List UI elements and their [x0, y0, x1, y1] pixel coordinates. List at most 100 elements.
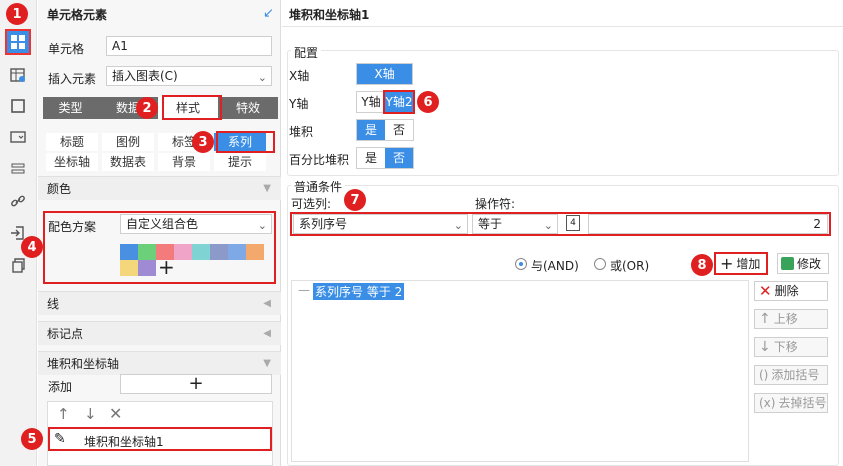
- remove-bracket-icon: (x): [759, 396, 776, 410]
- remove-bracket-button[interactable]: (x) 去掉括号: [754, 393, 828, 413]
- bracket-icon: (): [759, 368, 769, 382]
- arrow-up-icon[interactable]: ↑: [57, 405, 70, 423]
- panel-title: 单元格元素: [47, 8, 108, 22]
- subtab-axis[interactable]: 坐标轴: [46, 153, 98, 171]
- cell-input[interactable]: A1: [106, 36, 272, 56]
- close-icon: ✕: [759, 282, 772, 300]
- cell-label: 单元格: [48, 42, 85, 56]
- arrow-up-icon: ↑: [759, 311, 771, 327]
- stack-yes[interactable]: 是: [357, 120, 385, 140]
- border-button[interactable]: [5, 93, 31, 119]
- operator-select[interactable]: 等于 ⌄: [472, 214, 558, 234]
- step-badge-7: 7: [344, 189, 366, 211]
- table-settings-icon: [10, 68, 25, 82]
- plus-icon: +: [720, 253, 734, 273]
- chevron-down-icon: ⌄: [257, 71, 267, 84]
- percent-stack-no[interactable]: 否: [385, 148, 413, 168]
- subtab-background[interactable]: 背景: [158, 153, 210, 171]
- divider: [282, 26, 843, 27]
- step-badge-5: 5: [21, 428, 43, 450]
- add-label: 添加: [48, 380, 73, 394]
- move-up-label: 上移: [773, 312, 798, 326]
- x-axis-option[interactable]: X轴: [357, 64, 412, 84]
- condition-list: — 系列序号 等于 2: [291, 280, 749, 462]
- cell-attribute-button[interactable]: [5, 62, 31, 88]
- marker-section-label: 标记点: [47, 327, 84, 341]
- color-section-label: 颜色: [47, 182, 72, 196]
- widget-button[interactable]: [5, 124, 31, 150]
- column-select[interactable]: 系列序号 ⌄: [293, 214, 468, 234]
- stack-axis-section-label: 堆积和坐标轴: [47, 357, 120, 371]
- color-section[interactable]: 颜色 ▼: [38, 176, 281, 200]
- modify-condition-label: 修改: [797, 257, 822, 271]
- modify-condition-button[interactable]: 修改: [777, 253, 829, 274]
- delete-label: 删除: [774, 284, 799, 298]
- step-badge-1: 1: [6, 3, 28, 25]
- stack-label: 堆积: [289, 125, 314, 139]
- and-label: 与(AND): [531, 259, 579, 273]
- y-axis-option-2[interactable]: Y轴2: [383, 90, 415, 114]
- add-condition-label: 增加: [736, 257, 761, 271]
- chevron-down-icon: ⌄: [543, 219, 553, 232]
- step-badge-6: 6: [417, 91, 439, 113]
- tab-effect[interactable]: 特效: [218, 97, 278, 119]
- subtab-datasheet[interactable]: 数据表: [102, 153, 154, 171]
- insert-element-label: 插入元素: [48, 72, 97, 86]
- marker-section[interactable]: 标记点 ◀: [38, 321, 281, 345]
- move-down-button[interactable]: ↓ 下移: [754, 337, 828, 357]
- condition-button[interactable]: [5, 156, 31, 182]
- percent-stack-yes[interactable]: 是: [357, 148, 385, 168]
- add-bracket-button[interactable]: () 添加括号: [754, 365, 828, 385]
- subtab-legend[interactable]: 图例: [102, 133, 154, 151]
- y-axis-option-1[interactable]: Y轴: [357, 92, 385, 112]
- config-legend: 配置: [291, 44, 322, 61]
- stack-axis-section[interactable]: 堆积和坐标轴 ▼: [38, 351, 281, 375]
- step-badge-2: 2: [136, 97, 158, 119]
- cell-element-button[interactable]: [5, 29, 31, 55]
- condition-legend: 普通条件: [291, 178, 346, 195]
- delete-button[interactable]: ✕ 删除: [754, 281, 828, 301]
- caret-down-icon: ▼: [263, 358, 271, 369]
- or-radio[interactable]: [594, 258, 606, 270]
- stack-item-label: 堆积和坐标轴1: [84, 435, 164, 449]
- insert-element-value: 插入图表(C): [112, 69, 178, 83]
- collapse-arrow-icon[interactable]: ↙: [263, 6, 274, 21]
- caret-down-icon: ▼: [263, 183, 271, 194]
- tree-line: —: [298, 283, 310, 297]
- stack-no[interactable]: 否: [385, 120, 413, 140]
- right-panel-title: 堆积和坐标轴1: [289, 8, 370, 22]
- and-radio[interactable]: [515, 258, 527, 270]
- tab-type[interactable]: 类型: [43, 97, 98, 119]
- formula-type-icon[interactable]: 4: [566, 215, 580, 231]
- square-icon: [11, 99, 25, 113]
- add-condition-button[interactable]: + 增加: [714, 252, 768, 275]
- y-axis-label: Y轴: [289, 97, 309, 111]
- plus-icon: +: [188, 373, 204, 394]
- condition-value-input[interactable]: 2: [588, 214, 828, 234]
- list-icon: [11, 163, 25, 174]
- dropdown-box-icon: [10, 131, 26, 143]
- close-icon[interactable]: ✕: [109, 404, 122, 423]
- arrow-down-icon[interactable]: ↓: [84, 405, 97, 423]
- arrow-down-icon: ↓: [759, 339, 771, 355]
- highlight-series-tab: [216, 131, 275, 153]
- step-badge-4: 4: [21, 236, 43, 258]
- add-stack-button[interactable]: +: [120, 374, 272, 394]
- line-section[interactable]: 线 ◀: [38, 291, 281, 315]
- condition-item[interactable]: 系列序号 等于 2: [313, 283, 405, 300]
- caret-left-icon: ◀: [263, 328, 271, 339]
- hyperlink-button[interactable]: [5, 188, 31, 214]
- move-up-button[interactable]: ↑ 上移: [754, 309, 828, 329]
- edit-pencil-icon[interactable]: ✎: [54, 431, 66, 447]
- link-icon: [11, 195, 25, 207]
- insert-element-select[interactable]: 插入图表(C) ⌄: [106, 66, 272, 86]
- line-section-label: 线: [47, 297, 60, 311]
- subtab-title[interactable]: 标题: [46, 133, 98, 151]
- pages-icon: [12, 258, 25, 273]
- highlight-style-tab: [162, 95, 222, 120]
- stack-list-item[interactable]: ✎ 堆积和坐标轴1: [48, 427, 272, 451]
- column-label: 可选列:: [291, 197, 332, 211]
- subtab-tooltip[interactable]: 提示: [214, 153, 266, 171]
- caret-left-icon: ◀: [263, 298, 271, 309]
- percent-stack-label: 百分比堆积: [289, 153, 350, 167]
